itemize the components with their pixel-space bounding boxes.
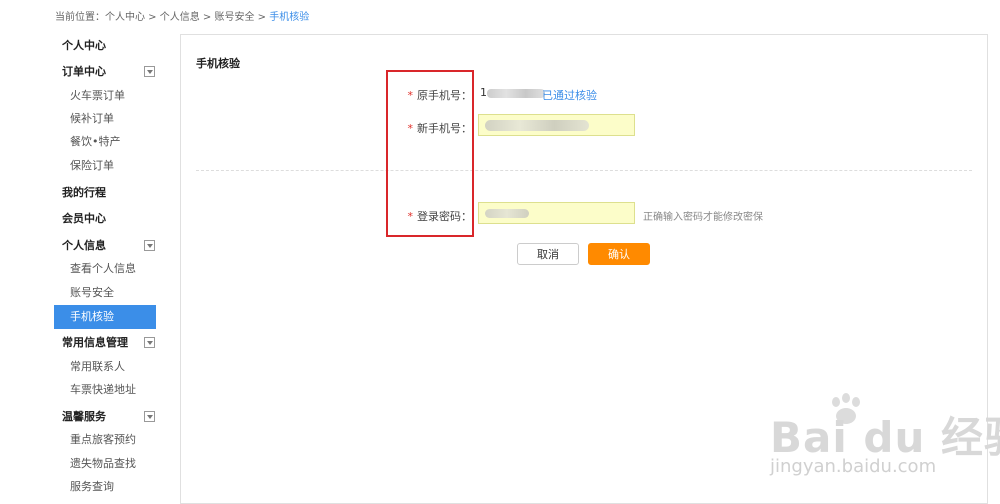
verified-status-link[interactable]: 已通过核验 [542, 87, 597, 103]
breadcrumb-separator: > [199, 12, 215, 23]
sidebar-item-label: 我的行程 [62, 186, 106, 199]
password-input[interactable] [478, 202, 635, 224]
collapse-toggle-icon[interactable] [144, 240, 155, 251]
new-phone-input[interactable] [478, 114, 635, 136]
watermark-url: jingyan.baidu.com [770, 456, 937, 477]
sidebar-item-label: 会员中心 [62, 212, 106, 225]
password-blur [485, 209, 529, 218]
sidebar-item-train-orders[interactable]: 火车票订单 [54, 84, 156, 108]
sidebar-item-label: 订单中心 [62, 65, 106, 78]
sidebar-item-service-query[interactable]: 服务查询 [54, 475, 156, 499]
sidebar-item-common-info[interactable]: 常用信息管理 [54, 331, 156, 355]
sidebar-item-delivery-address[interactable]: 车票快递地址 [54, 378, 156, 402]
highlight-annotation-box [386, 70, 474, 237]
sidebar-item-label: 重点旅客预约 [70, 433, 136, 446]
sidebar-item-label: 候补订单 [70, 112, 114, 125]
new-phone-blur [485, 120, 589, 131]
sidebar-item-my-trips[interactable]: 我的行程 [54, 181, 156, 205]
breadcrumb-link-personal-info[interactable]: 个人信息 [160, 12, 200, 23]
collapse-toggle-icon[interactable] [144, 411, 155, 422]
breadcrumb: 当前位置：个人中心 > 个人信息 > 账号安全 > 手机核验 [55, 8, 309, 23]
page-title: 手机核验 [196, 57, 240, 70]
cancel-button[interactable]: 取消 [517, 243, 579, 265]
sidebar-item-label: 个人信息 [62, 239, 106, 252]
sidebar-item-key-passenger[interactable]: 重点旅客预约 [54, 428, 156, 452]
breadcrumb-separator: > [145, 12, 160, 23]
sidebar-item-catering[interactable]: 餐饮•特产 [54, 130, 156, 154]
collapse-toggle-icon[interactable] [144, 337, 155, 348]
breadcrumb-link-account-security[interactable]: 账号安全 [215, 12, 255, 23]
sidebar-item-label: 保险订单 [70, 159, 114, 172]
password-hint: 正确输入密码才能修改密保 [643, 212, 763, 223]
sidebar-item-view-personal-info[interactable]: 查看个人信息 [54, 257, 156, 281]
sidebar-item-personal-info[interactable]: 个人信息 [54, 234, 156, 258]
sidebar-item-caring-service[interactable]: 温馨服务 [54, 405, 156, 429]
section-divider [196, 170, 972, 171]
sidebar-item-label: 常用联系人 [70, 360, 125, 373]
sidebar-item-label: 餐饮•特产 [70, 135, 121, 148]
original-phone-value: 1 [480, 86, 545, 100]
sidebar-item-label: 车票快递地址 [70, 383, 136, 396]
sidebar-item-order-center[interactable]: 订单中心 [54, 60, 156, 84]
sidebar-item-waitlist-orders[interactable]: 候补订单 [54, 107, 156, 131]
sidebar-item-label: 遗失物品查找 [70, 457, 136, 470]
masked-phone-blur [487, 88, 545, 98]
breadcrumb-prefix: 当前位置： [55, 12, 105, 23]
sidebar-item-label: 火车票订单 [70, 89, 125, 102]
sidebar-item-label: 温馨服务 [62, 410, 106, 423]
sidebar-item-personal-center[interactable]: 个人中心 [54, 34, 156, 58]
sidebar-item-phone-verification[interactable]: 手机核验 [54, 305, 156, 329]
original-phone-visible-digit: 1 [480, 86, 487, 99]
sidebar-item-lost-items[interactable]: 遗失物品查找 [54, 452, 156, 476]
sidebar-item-account-security[interactable]: 账号安全 [54, 281, 156, 305]
sidebar-item-insurance-orders[interactable]: 保险订单 [54, 154, 156, 178]
sidebar-item-label: 服务查询 [70, 480, 114, 493]
breadcrumb-link-personal-center[interactable]: 个人中心 [105, 12, 145, 23]
sidebar-item-label: 手机核验 [70, 310, 114, 323]
collapse-toggle-icon[interactable] [144, 66, 155, 77]
sidebar-item-contacts[interactable]: 常用联系人 [54, 355, 156, 379]
sidebar-item-label: 个人中心 [62, 39, 106, 52]
confirm-button[interactable]: 确认 [588, 243, 650, 265]
breadcrumb-current: 手机核验 [269, 12, 310, 23]
breadcrumb-separator: > [254, 12, 270, 23]
sidebar-item-label: 查看个人信息 [70, 262, 136, 275]
sidebar-item-label: 常用信息管理 [62, 336, 128, 349]
sidebar-item-member-center[interactable]: 会员中心 [54, 207, 156, 231]
sidebar-item-label: 账号安全 [70, 286, 114, 299]
